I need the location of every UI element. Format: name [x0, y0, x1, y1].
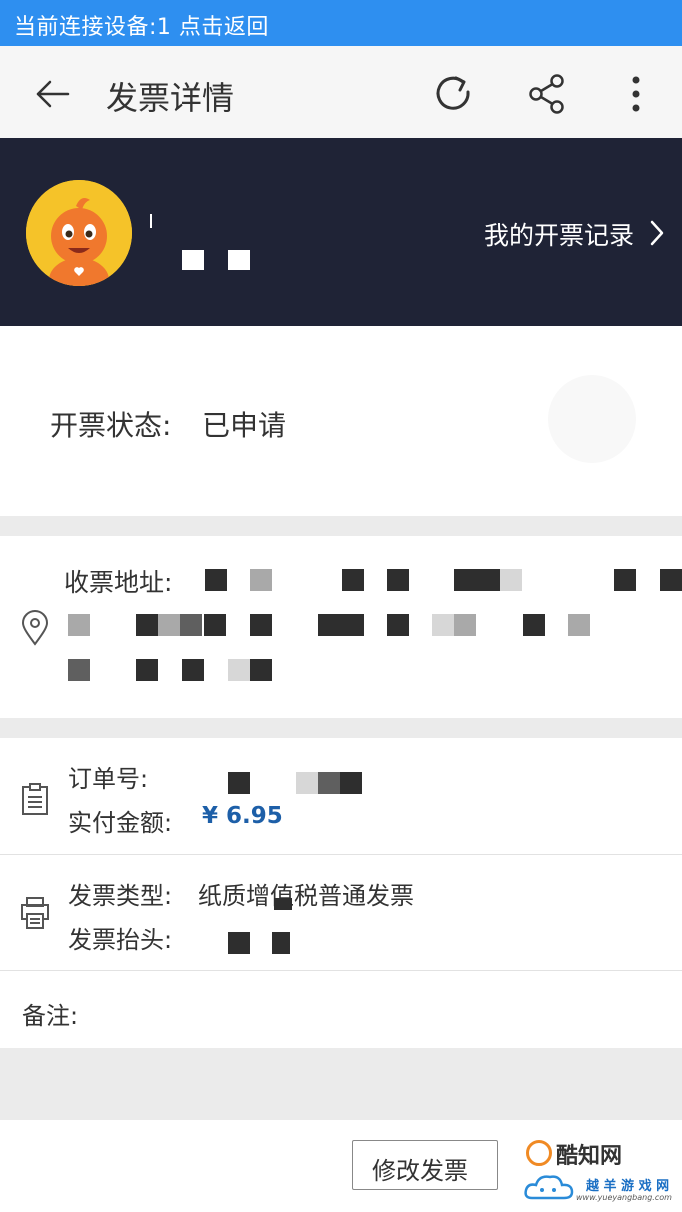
connection-text[interactable]: 当前连接设备:1 点击返回	[14, 9, 269, 41]
watermark-url: www.yueyangbang.com	[576, 1193, 672, 1202]
section-separator	[0, 718, 682, 738]
page-footer-gap	[0, 1048, 682, 1120]
invoice-type-value: 纸质增值税普通发票	[198, 882, 414, 910]
chevron-right-icon[interactable]	[648, 219, 666, 247]
address-label: 收票地址:	[64, 568, 173, 597]
location-pin-icon	[20, 610, 50, 646]
clipboard-icon	[20, 782, 50, 816]
remark-section	[0, 971, 682, 1048]
paid-amount-value: ¥ 6.95	[202, 803, 283, 829]
invoice-title-label: 发票抬头:	[68, 926, 173, 954]
watermark-brand: 越 羊 游 戏 网	[586, 1179, 670, 1194]
status-value: 已申请	[202, 409, 287, 442]
watermark-cloud-icon	[522, 1170, 578, 1204]
share-icon[interactable]	[522, 70, 570, 118]
avatar	[26, 180, 132, 286]
section-separator	[0, 516, 682, 536]
watermark-logo-text: 酷知网	[556, 1144, 623, 1169]
paid-amount-label: 实付金额:	[68, 809, 173, 837]
refresh-icon[interactable]	[430, 70, 478, 118]
invoice-printer-icon	[20, 896, 50, 930]
order-number-label: 订单号:	[68, 765, 149, 793]
invoice-type-label: 发票类型:	[68, 882, 173, 910]
watermark-logo-icon	[526, 1140, 552, 1166]
more-vertical-icon[interactable]	[616, 70, 656, 118]
status-label: 开票状态:	[50, 409, 172, 442]
remark-label: 备注:	[22, 1002, 79, 1030]
app-bar	[0, 46, 682, 138]
username-redaction	[228, 250, 250, 270]
stamp-watermark	[548, 375, 636, 463]
invoice-records-link[interactable]: 我的开票记录	[484, 216, 634, 252]
back-arrow-icon[interactable]	[28, 74, 74, 114]
page-title: 发票详情	[106, 79, 235, 117]
modify-invoice-button-label[interactable]: 修改发票	[372, 1151, 468, 1186]
username-redaction	[150, 214, 152, 228]
username-redaction	[182, 250, 204, 270]
